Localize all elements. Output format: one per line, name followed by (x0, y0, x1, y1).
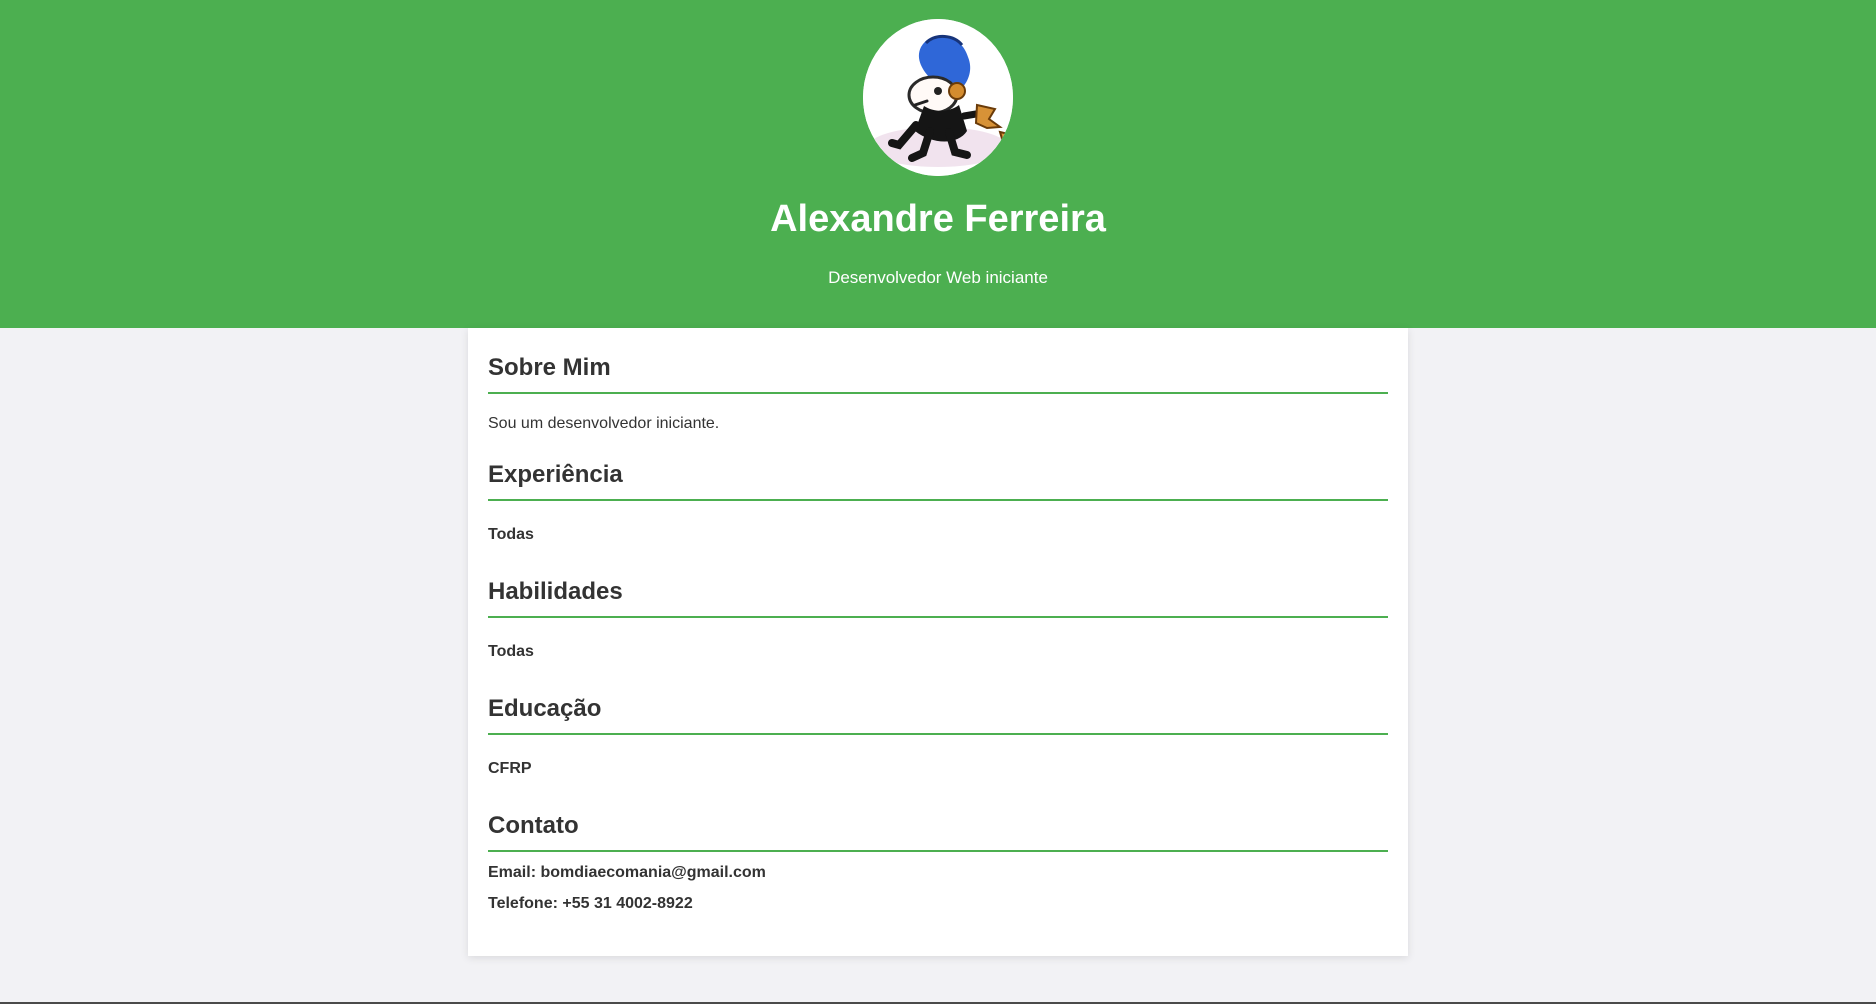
experience-text: Todas (488, 526, 534, 543)
education-section: Educação CFRP (488, 693, 1388, 779)
contact-section: Contato Email: bomdiaecomania@gmail.com … (488, 810, 1388, 914)
profile-header: Alexandre Ferreira Desenvolvedor Web ini… (0, 0, 1876, 328)
experience-section: Experiência Todas (488, 459, 1388, 545)
education-heading: Educação (488, 693, 1388, 735)
profile-name: Alexandre Ferreira (770, 198, 1106, 240)
avatar-image (863, 19, 1013, 176)
contact-heading: Contato (488, 810, 1388, 852)
profile-subtitle: Desenvolvedor Web iniciante (828, 268, 1048, 287)
skills-section: Habilidades Todas (488, 576, 1388, 662)
experience-heading: Experiência (488, 459, 1388, 501)
contact-phone: Telefone: +55 31 4002-8922 (488, 895, 693, 912)
skills-text: Todas (488, 643, 534, 660)
about-text: Sou um desenvolvedor iniciante. (488, 415, 720, 432)
contact-email: Email: bomdiaecomania@gmail.com (488, 864, 766, 881)
resume-card: Sobre Mim Sou um desenvolvedor iniciante… (468, 328, 1408, 956)
education-text: CFRP (488, 760, 532, 777)
about-section: Sobre Mim Sou um desenvolvedor iniciante… (488, 352, 1388, 434)
skills-heading: Habilidades (488, 576, 1388, 618)
about-heading: Sobre Mim (488, 352, 1388, 394)
avatar (863, 19, 1013, 176)
